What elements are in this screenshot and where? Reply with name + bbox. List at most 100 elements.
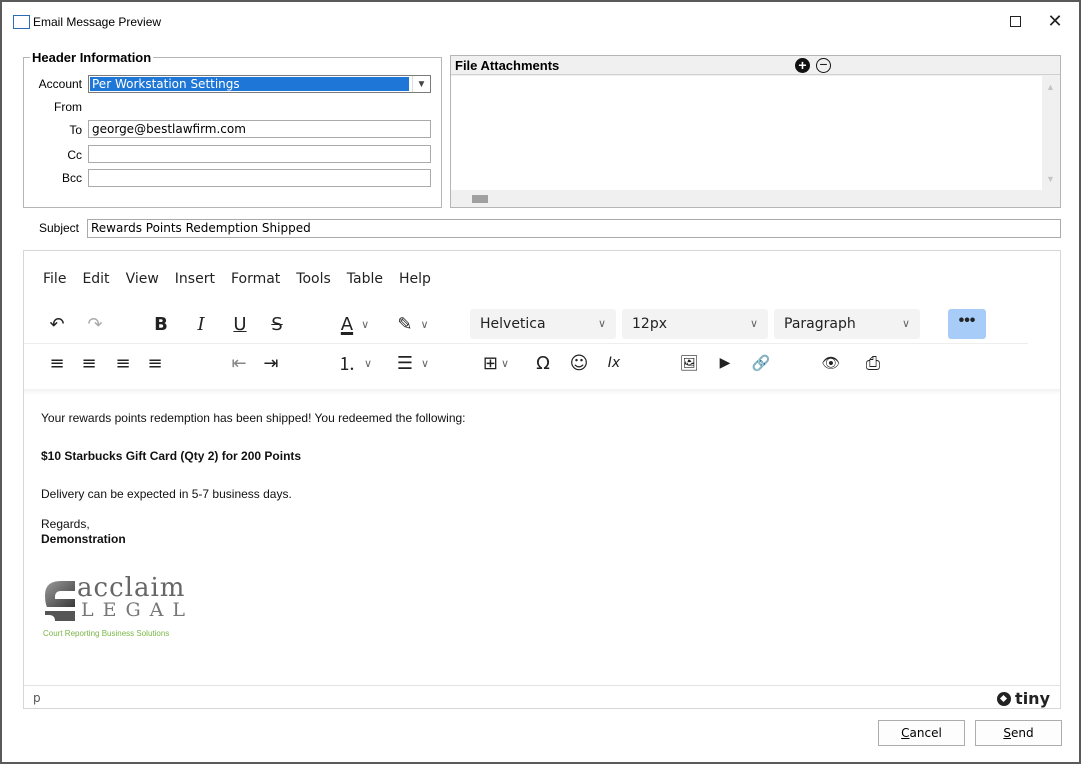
numbered-list-icon: ⒈ xyxy=(337,354,356,375)
menu-view[interactable]: View xyxy=(118,267,167,291)
editor-statusbar: p tiny xyxy=(24,685,1060,709)
font-size-select[interactable]: 12px ∨ xyxy=(622,309,768,339)
signature-name: Demonstration xyxy=(41,532,126,546)
tiny-logo-icon xyxy=(997,691,1012,706)
cancel-button[interactable]: Cancel xyxy=(878,720,965,746)
account-select[interactable]: Per Workstation Settings ▼ xyxy=(88,75,431,93)
tiny-brand-link[interactable]: tiny xyxy=(997,689,1050,708)
align-left-icon[interactable]: ≡ xyxy=(42,348,72,378)
maximize-button[interactable] xyxy=(1000,8,1030,34)
bcc-label: Bcc xyxy=(61,171,82,185)
element-path[interactable]: p xyxy=(33,691,41,705)
attachments-header: File Attachments + − xyxy=(451,56,1060,75)
chevron-down-icon: ∨ xyxy=(501,356,510,370)
scrollbar-thumb[interactable] xyxy=(472,195,488,203)
emoticons-icon[interactable]: ☺ xyxy=(564,348,594,378)
menu-edit[interactable]: Edit xyxy=(74,267,117,291)
menu-help[interactable]: Help xyxy=(391,267,439,291)
menu-insert[interactable]: Insert xyxy=(167,267,223,291)
email-preview-window: Email Message Preview ✕ Header Informati… xyxy=(0,0,1081,764)
toolbar-row-layout: ≡ ≡ ≡ ≡ ⇤ ⇥ ⒈ ∨ ☰ ∨ ⊞ ∨ Ω ☺ Ix 🖼 ▶ 🔗 👁 ⎙ xyxy=(24,343,1028,381)
header-information-title: Header Information xyxy=(30,50,154,65)
justify-icon[interactable]: ≡ xyxy=(140,348,170,378)
strikethrough-icon[interactable]: S xyxy=(262,309,292,339)
highlight-icon: ✎ xyxy=(397,313,413,335)
special-character-icon[interactable]: Ω xyxy=(528,348,558,378)
block-format-select[interactable]: Paragraph ∨ xyxy=(774,309,920,339)
text-color-icon: A xyxy=(340,313,354,335)
editor-content-area[interactable]: Your rewards points redemption has been … xyxy=(41,411,1041,547)
scroll-up-icon[interactable]: ▲ xyxy=(1046,82,1055,92)
toolbar-row-formatting: ↶ ↷ B I U S A ∨ ✎ ∨ Helvetica ∨ 12px ∨ Parag… xyxy=(24,305,1060,343)
chevron-down-icon: ∨ xyxy=(749,317,758,330)
tiny-brand-text: tiny xyxy=(1015,689,1050,708)
send-button[interactable]: Send xyxy=(975,720,1062,746)
cc-field[interactable] xyxy=(88,145,431,163)
undo-icon[interactable]: ↶ xyxy=(42,309,72,339)
attachments-list[interactable] xyxy=(451,76,1042,190)
chevron-down-icon: ∨ xyxy=(361,317,370,331)
attachments-title: File Attachments xyxy=(455,58,560,73)
chevron-down-icon: ∨ xyxy=(363,356,373,370)
message-line-2: $10 Starbucks Gift Card (Qty 2) for 200 … xyxy=(41,449,302,463)
chevron-down-icon: ∨ xyxy=(420,317,429,331)
insert-link-icon[interactable]: 🔗 xyxy=(746,348,776,378)
table-icon: ⊞ xyxy=(482,352,499,374)
file-attachments-panel: File Attachments + − ▲ ▼ xyxy=(450,55,1061,208)
scroll-down-icon[interactable]: ▼ xyxy=(1046,174,1055,184)
table-button[interactable]: ⊞ ∨ xyxy=(472,348,520,378)
header-information-group: Header Information Account Per Workstati… xyxy=(23,50,442,208)
menu-format[interactable]: Format xyxy=(223,267,288,291)
attachments-horizontal-scrollbar[interactable] xyxy=(451,190,1060,207)
align-center-icon[interactable]: ≡ xyxy=(74,348,104,378)
numbered-list-button[interactable]: ⒈ ∨ xyxy=(330,348,380,378)
account-selected-value: Per Workstation Settings xyxy=(90,77,409,91)
message-line-1: Your rewards points redemption has been … xyxy=(41,411,466,425)
add-attachment-icon[interactable]: + xyxy=(795,58,810,73)
font-size-value: 12px xyxy=(632,316,667,332)
highlight-color-button[interactable]: ✎ ∨ xyxy=(388,309,438,339)
regards-line: Regards, xyxy=(41,517,90,531)
to-label: To xyxy=(69,123,82,137)
acclaim-legal-logo: acclaim LEGAL Court Reporting Business S… xyxy=(41,569,231,645)
text-color-button[interactable]: A ∨ xyxy=(330,309,380,339)
rich-text-editor: File Edit View Insert Format Tools Table… xyxy=(23,250,1061,709)
outdent-icon[interactable]: ⇤ xyxy=(224,348,254,378)
more-options-button[interactable]: ••• xyxy=(948,309,986,339)
close-button[interactable]: ✕ xyxy=(1040,8,1070,34)
attachments-vertical-scrollbar[interactable]: ▲ ▼ xyxy=(1042,76,1060,190)
font-family-select[interactable]: Helvetica ∨ xyxy=(470,309,616,339)
underline-icon[interactable]: U xyxy=(225,309,255,339)
print-icon[interactable]: ⎙ xyxy=(858,348,888,378)
bold-icon[interactable]: B xyxy=(146,309,176,339)
chevron-down-icon: ∨ xyxy=(901,317,910,330)
maximize-icon xyxy=(1009,15,1021,27)
menu-file[interactable]: File xyxy=(24,267,74,291)
subject-field[interactable]: Rewards Points Redemption Shipped xyxy=(87,219,1061,238)
indent-icon[interactable]: ⇥ xyxy=(256,348,286,378)
toolbar-divider xyxy=(24,389,1060,395)
font-family-value: Helvetica xyxy=(480,316,546,332)
title-bar: Email Message Preview ✕ xyxy=(2,2,1079,40)
bullet-list-icon: ☰ xyxy=(396,352,414,374)
remove-attachment-icon[interactable]: − xyxy=(816,57,831,73)
window-icon xyxy=(13,15,30,29)
redo-icon[interactable]: ↷ xyxy=(80,309,110,339)
account-label: Account xyxy=(38,77,82,91)
bullet-list-button[interactable]: ☰ ∨ xyxy=(388,348,438,378)
insert-media-icon[interactable]: ▶ xyxy=(710,348,740,378)
menu-tools[interactable]: Tools xyxy=(288,267,339,291)
italic-icon[interactable]: I xyxy=(186,309,216,339)
to-field[interactable]: george@bestlawfirm.com xyxy=(88,120,431,138)
preview-icon[interactable]: 👁 xyxy=(816,348,846,378)
bcc-field[interactable] xyxy=(88,169,431,187)
chevron-down-icon[interactable]: ▼ xyxy=(412,76,430,92)
clear-formatting-icon[interactable]: Ix xyxy=(599,348,629,378)
cc-label: Cc xyxy=(67,148,82,162)
menu-table[interactable]: Table xyxy=(339,267,391,291)
from-label: From xyxy=(54,100,82,114)
subject-label: Subject xyxy=(38,221,79,235)
align-right-icon[interactable]: ≡ xyxy=(108,348,138,378)
logo-word-legal: LEGAL xyxy=(81,599,195,621)
insert-image-icon[interactable]: 🖼 xyxy=(674,348,704,378)
